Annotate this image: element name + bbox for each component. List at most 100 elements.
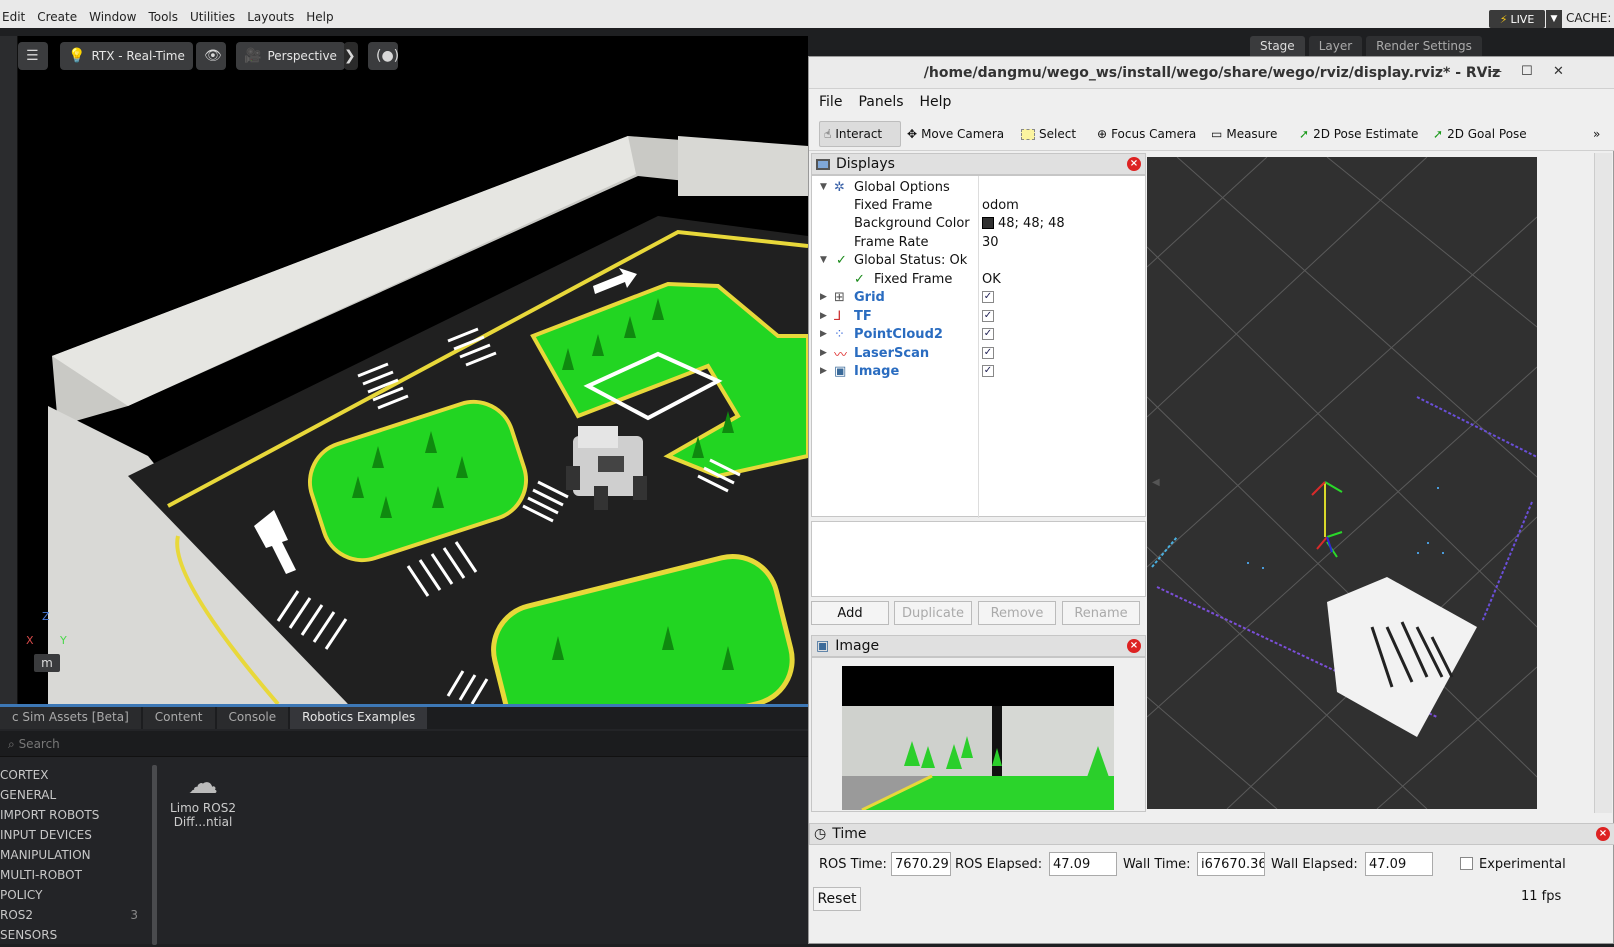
maximize-icon[interactable]: ☐ <box>1521 64 1533 79</box>
grid-checkbox[interactable]: ✓ <box>982 291 994 303</box>
tool-2d-goal-pose[interactable]: ➚ 2D Goal Pose <box>1429 121 1531 147</box>
tree-row-status-fixed-frame[interactable]: ✓ Fixed Frame OK <box>812 270 1147 288</box>
chevron-right-icon: ❯ <box>344 48 356 64</box>
tool-2d-pose-estimate[interactable]: ➚ 2D Pose Estimate <box>1295 121 1422 147</box>
reset-button[interactable]: Reset <box>813 887 861 911</box>
visibility-button[interactable]: 👁 <box>196 42 226 70</box>
menu-file[interactable]: File <box>819 94 842 110</box>
green-arrow-icon: ➚ <box>1433 127 1444 141</box>
camera-button[interactable]: 🎥 Perspective <box>236 42 345 70</box>
tool-measure[interactable]: ▭ Measure <box>1207 121 1281 147</box>
stream-button[interactable]: (●) <box>368 42 399 70</box>
tree-row-image[interactable]: ▶ ▣ Image ✓ <box>812 362 1147 380</box>
ros-time-field[interactable]: 7670.29 <box>891 852 951 876</box>
live-button[interactable]: ⚡ LIVE <box>1489 10 1545 28</box>
units-button[interactable]: m <box>34 654 60 672</box>
app-menubar: Edit Create Window Tools Utilities Layou… <box>0 0 1614 36</box>
example-file-item[interactable]: ☁ Limo ROS2 Diff...ntial <box>168 766 238 830</box>
tree-item-multi-robot[interactable]: MULTI-ROBOT <box>0 865 156 885</box>
minimize-icon[interactable]: — <box>1489 64 1502 79</box>
tree-row-grid[interactable]: ▶ ⊞ Grid ✓ <box>812 288 1147 306</box>
tab-robotics-examples[interactable]: Robotics Examples <box>290 707 428 729</box>
menu-edit[interactable]: Edit <box>0 10 27 24</box>
search-input[interactable]: ⌕ Search <box>0 731 808 757</box>
experimental-checkbox[interactable] <box>1460 857 1473 870</box>
tool-interact[interactable]: ☝ Interact <box>819 121 901 147</box>
duplicate-button[interactable]: Duplicate <box>894 601 972 625</box>
tab-render-settings[interactable]: Render Settings <box>1366 36 1482 56</box>
menu-layouts[interactable]: Layouts <box>245 10 296 24</box>
expand-toolbar-button[interactable]: ❯ <box>344 42 358 70</box>
tab-layer[interactable]: Layer <box>1308 36 1363 56</box>
rviz-titlebar[interactable]: /home/dangmu/wego_ws/install/wego/share/… <box>809 57 1614 89</box>
menu-window[interactable]: Window <box>87 10 138 24</box>
pointcloud-icon: ⁘ <box>834 326 845 342</box>
wall-elapsed-field[interactable]: 47.09 <box>1365 852 1433 876</box>
tab-content[interactable]: Content <box>142 707 215 729</box>
image-checkbox[interactable]: ✓ <box>982 365 994 377</box>
tree-item-ros2[interactable]: ROS2 3 <box>0 905 156 925</box>
menu-help[interactable]: Help <box>304 10 335 24</box>
remove-button[interactable]: Remove <box>978 601 1056 625</box>
collapse-left-icon[interactable]: ◀ <box>1152 477 1160 488</box>
menu-help[interactable]: Help <box>920 94 952 110</box>
displays-tree: ▼ ✲ Global Options Fixed Frame odom Back… <box>811 175 1147 518</box>
close-panel-button[interactable]: × <box>1127 639 1141 653</box>
cloud-download-icon: ☁ <box>188 766 218 801</box>
collapsed-arrow-icon: ▶ <box>820 311 827 321</box>
tree-row-pointcloud2[interactable]: ▶ ⁘ PointCloud2 ✓ <box>812 325 1147 343</box>
left-toolbar-strip <box>0 36 18 704</box>
tab-sim-assets[interactable]: c Sim Assets [Beta] <box>0 707 141 729</box>
render-mode-button[interactable]: 💡 RTX - Real-Time <box>60 42 193 70</box>
viewport-settings-button[interactable]: ☰ <box>18 42 48 70</box>
tf-checkbox[interactable]: ✓ <box>982 310 994 322</box>
ros-elapsed-field[interactable]: 47.09 <box>1049 852 1117 876</box>
rename-button[interactable]: Rename <box>1062 601 1140 625</box>
clock-icon: ◷ <box>814 826 827 842</box>
tool-focus-camera[interactable]: ⊕ Focus Camera <box>1093 121 1200 147</box>
right-dock-scroll[interactable] <box>1594 153 1612 813</box>
rviz-menubar: File Panels Help <box>809 89 1614 115</box>
camera-icon: 🎥 <box>244 48 262 64</box>
tree-item-manipulation[interactable]: MANIPULATION <box>0 845 156 865</box>
tree-item-general[interactable]: GENERAL <box>0 785 156 805</box>
bottom-tab-bar: c Sim Assets [Beta] Content Console Robo… <box>0 707 808 729</box>
close-panel-button[interactable]: × <box>1127 157 1141 171</box>
tool-move-camera[interactable]: ✥ Move Camera <box>903 121 1008 147</box>
tab-stage[interactable]: Stage <box>1250 36 1305 56</box>
menu-panels[interactable]: Panels <box>858 94 903 110</box>
tool-select[interactable]: Select <box>1017 121 1080 147</box>
tree-row-global-status[interactable]: ▼ ✓ Global Status: Ok <box>812 251 1147 269</box>
checkmark-icon: ✓ <box>836 252 847 268</box>
tree-item-import-robots[interactable]: IMPORT ROBOTS <box>0 805 156 825</box>
live-dropdown-button[interactable]: ▼ <box>1546 10 1562 28</box>
tree-scrollbar[interactable] <box>152 765 157 945</box>
tree-row-tf[interactable]: ▶ ⅃ TF ✓ <box>812 307 1147 325</box>
viewport[interactable]: ☰ 💡 RTX - Real-Time 👁 🎥 Perspective ❯ (●… <box>18 36 808 704</box>
tree-row-fixed-frame[interactable]: Fixed Frame odom <box>812 196 1147 214</box>
tree-item-policy[interactable]: POLICY <box>0 885 156 905</box>
tree-row-frame-rate[interactable]: Frame Rate 30 <box>812 233 1147 251</box>
tree-item-cortex[interactable]: CORTEX <box>0 765 156 785</box>
menu-create[interactable]: Create <box>35 10 79 24</box>
tree-row-background-color[interactable]: Background Color 48; 48; 48 <box>812 214 1147 232</box>
menu-tools[interactable]: Tools <box>146 10 180 24</box>
fixed-frame-value: odom <box>982 197 1019 213</box>
tree-row-laserscan[interactable]: ▶ 〰 LaserScan ✓ <box>812 344 1147 363</box>
laserscan-checkbox[interactable]: ✓ <box>982 347 994 359</box>
toolbar-overflow-button[interactable]: » <box>1589 121 1604 147</box>
collapsed-arrow-icon: ▶ <box>820 329 827 339</box>
tree-row-global-options[interactable]: ▼ ✲ Global Options <box>812 178 1147 196</box>
tab-console[interactable]: Console <box>216 707 289 729</box>
rviz-3d-view[interactable] <box>1147 157 1537 809</box>
tree-item-input-devices[interactable]: INPUT DEVICES <box>0 825 156 845</box>
add-button[interactable]: Add <box>811 601 889 625</box>
rviz-toolbar: ☝ Interact ✥ Move Camera Select ⊕ Focus Cam… <box>809 115 1614 151</box>
close-panel-button[interactable]: × <box>1596 827 1610 841</box>
menu-utilities[interactable]: Utilities <box>188 10 237 24</box>
pointcloud2-checkbox[interactable]: ✓ <box>982 328 994 340</box>
image-icon: ▣ <box>816 638 830 654</box>
tree-item-sensors[interactable]: SENSORS <box>0 925 156 945</box>
close-icon[interactable]: ✕ <box>1553 64 1564 79</box>
wall-time-field[interactable]: i67670.36 <box>1197 852 1265 876</box>
